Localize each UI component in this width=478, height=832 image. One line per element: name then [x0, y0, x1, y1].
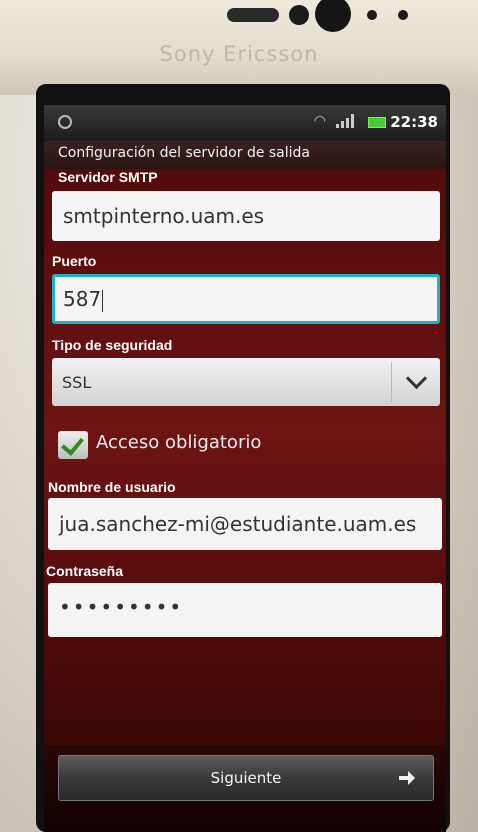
security-type-select[interactable]: SSL: [52, 358, 440, 406]
port-label: Puerto: [52, 253, 97, 269]
smtp-label: Servidor SMTP: [58, 169, 158, 185]
phone-body: Sony Ericsson ◠ 22:38 Configuración del …: [0, 0, 478, 832]
port-input[interactable]: 587: [52, 274, 440, 324]
arrow-right-icon: [399, 771, 415, 785]
next-button[interactable]: Siguiente: [58, 755, 434, 801]
auth-required-label[interactable]: Acceso obligatorio: [96, 432, 261, 453]
security-label: Tipo de seguridad: [52, 337, 173, 353]
status-time: 22:38: [390, 113, 438, 131]
signal-icon: [336, 114, 354, 128]
page-title: Configuración del servidor de salida: [58, 145, 311, 161]
smtp-server-input[interactable]: smtpinterno.uam.es: [52, 191, 440, 241]
security-type-value: SSL: [62, 373, 92, 392]
notification-icon: [58, 115, 72, 129]
speaker-grille: [227, 8, 279, 22]
username-input[interactable]: jua.sanchez-mi@estudiante.uam.es: [48, 498, 442, 550]
light-sensor: [367, 10, 377, 20]
password-label: Contraseña: [46, 563, 124, 579]
front-camera: [289, 5, 309, 25]
checkmark-icon: [61, 432, 84, 456]
text-caret: [102, 289, 104, 312]
screen: ◠ 22:38 Configuración del servidor de sa…: [44, 105, 446, 832]
chevron-down-icon[interactable]: [405, 367, 428, 390]
password-input[interactable]: •••••••••: [48, 583, 442, 637]
auth-required-checkbox[interactable]: [58, 431, 88, 459]
battery-icon: [368, 117, 386, 128]
wifi-icon: ◠: [313, 113, 326, 129]
status-bar: ◠ 22:38: [44, 105, 446, 141]
indicator-dot: [398, 10, 408, 20]
next-button-label: Siguiente: [210, 769, 282, 787]
username-label: Nombre de usuario: [48, 479, 176, 495]
port-value: 587: [63, 287, 102, 311]
select-divider: [391, 362, 392, 402]
brand-logo: Sony Ericsson: [159, 42, 319, 66]
